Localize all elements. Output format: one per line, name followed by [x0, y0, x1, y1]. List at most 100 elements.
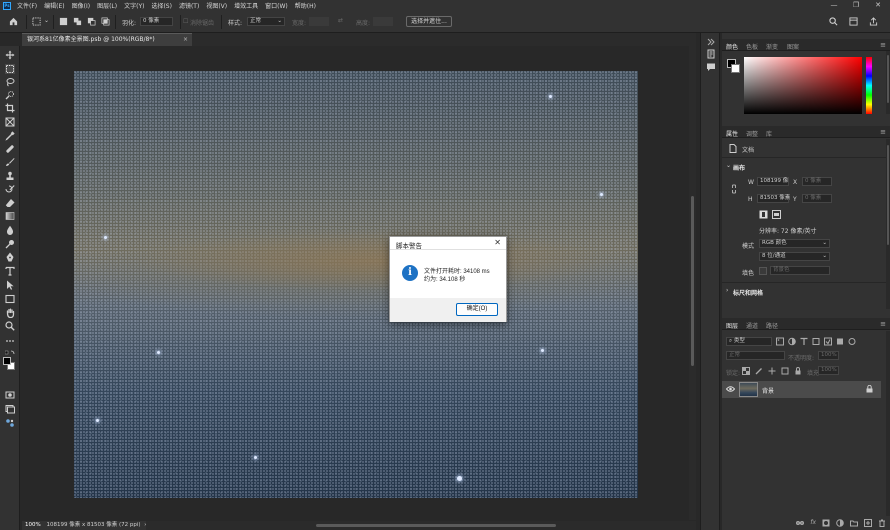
rect-marquee-icon[interactable] — [32, 17, 41, 26]
intersect-selection-icon[interactable] — [101, 17, 110, 26]
close-icon[interactable]: ✕ — [494, 238, 501, 247]
blend-mode-select[interactable]: 正常 — [726, 351, 785, 360]
panel-menu-icon[interactable]: ≡ — [880, 41, 886, 49]
crop-tool-icon[interactable] — [5, 103, 15, 113]
fill-color-swatch[interactable] — [759, 267, 767, 275]
properties-scrollbar[interactable] — [886, 139, 890, 309]
search-icon[interactable] — [829, 17, 838, 26]
panel-menu-icon[interactable]: ≡ — [880, 128, 886, 136]
pen-tool-icon[interactable] — [5, 252, 15, 262]
more-tools-icon[interactable] — [5, 336, 15, 346]
screen-mode-icon[interactable] — [5, 404, 15, 414]
eyedropper-tool-icon[interactable] — [5, 131, 15, 141]
tab-gradients[interactable]: 渐变 — [766, 42, 778, 51]
workspace-icon[interactable] — [849, 17, 858, 26]
maximize-icon[interactable]: ❐ — [845, 0, 867, 11]
layer-name[interactable]: 背景 — [762, 386, 774, 395]
tab-properties[interactable]: 属性 — [726, 129, 738, 138]
menu-plugins[interactable]: 增效工具 — [234, 1, 258, 10]
landscape-orientation-icon[interactable] — [772, 210, 781, 219]
foreground-color-swatch[interactable] — [3, 357, 11, 365]
menu-view[interactable]: 视图(V) — [206, 1, 227, 10]
tab-color[interactable]: 颜色 — [726, 42, 738, 51]
menu-file[interactable]: 文件(F) — [17, 1, 37, 10]
lock-all-icon[interactable] — [794, 367, 802, 375]
chevron-right-icon[interactable]: › — [726, 287, 728, 294]
new-group-icon[interactable] — [850, 519, 858, 527]
vertical-scrollbar[interactable] — [689, 46, 696, 520]
path-select-tool-icon[interactable] — [5, 280, 15, 290]
home-icon[interactable] — [9, 17, 18, 26]
delete-layer-icon[interactable] — [878, 519, 886, 527]
tab-layers[interactable]: 图层 — [726, 321, 738, 330]
canvas-y-input[interactable]: 0 像素 — [802, 194, 832, 203]
horizontal-scroll-thumb[interactable] — [316, 524, 556, 527]
canvas-width-input[interactable]: 108199 像 — [757, 177, 789, 186]
layers-scrollbar[interactable] — [886, 331, 890, 516]
share-icon[interactable] — [869, 17, 878, 26]
edit-toolbar-icon[interactable] — [5, 418, 15, 428]
tab-patterns[interactable]: 图案 — [787, 42, 799, 51]
layer-row-background[interactable]: 背景 — [722, 381, 881, 398]
type-filter-icon[interactable] — [800, 337, 808, 346]
link-icon[interactable] — [731, 184, 737, 194]
artboard-filter-icon[interactable] — [836, 337, 844, 346]
hue-slider[interactable] — [866, 57, 872, 114]
menu-image[interactable]: 图像(I) — [72, 1, 90, 10]
close-tab-icon[interactable]: × — [183, 34, 188, 46]
menu-window[interactable]: 窗口(W) — [265, 1, 288, 10]
color-swatches[interactable] — [3, 357, 17, 371]
move-tool-icon[interactable] — [5, 50, 15, 60]
healing-brush-tool-icon[interactable] — [5, 144, 15, 154]
menu-help[interactable]: 帮助(H) — [295, 1, 316, 10]
frame-tool-icon[interactable] — [5, 117, 15, 127]
lasso-tool-icon[interactable] — [5, 77, 15, 87]
dodge-tool-icon[interactable] — [5, 239, 15, 249]
antialias-checkbox[interactable]: ☐ — [183, 18, 188, 25]
hand-tool-icon[interactable] — [5, 308, 15, 318]
adjustment-filter-icon[interactable] — [788, 337, 796, 346]
quick-mask-icon[interactable] — [5, 390, 15, 400]
brush-tool-icon[interactable] — [5, 157, 15, 167]
tab-libraries[interactable]: 库 — [766, 129, 772, 138]
height-input[interactable] — [373, 17, 393, 26]
collapse-icon[interactable] — [706, 37, 716, 47]
canvas-x-input[interactable]: 0 像素 — [802, 177, 832, 186]
eye-visibility-icon[interactable] — [726, 385, 735, 393]
background-color-swatch[interactable] — [731, 64, 740, 73]
smart-object-filter-icon[interactable] — [824, 337, 832, 346]
adjustment-layer-icon[interactable] — [836, 519, 844, 527]
width-input[interactable] — [309, 17, 329, 26]
panel-menu-icon[interactable]: ≡ — [880, 320, 886, 328]
subtract-selection-icon[interactable] — [87, 17, 96, 26]
new-layer-icon[interactable] — [864, 519, 872, 527]
chevron-down-icon[interactable]: ⌄ — [44, 17, 49, 24]
history-brush-tool-icon[interactable] — [5, 184, 15, 194]
minimize-icon[interactable]: — — [823, 0, 845, 11]
vertical-scroll-thumb[interactable] — [691, 196, 694, 366]
color-mode-select[interactable]: RGB 颜色 ⌄ — [759, 239, 830, 248]
pixel-filter-icon[interactable] — [776, 337, 784, 346]
rectangle-tool-icon[interactable] — [5, 294, 15, 304]
lock-position-icon[interactable] — [768, 367, 776, 375]
fill-opacity-input[interactable]: 100% — [818, 366, 839, 375]
add-selection-icon[interactable] — [73, 17, 82, 26]
close-window-icon[interactable]: ✕ — [867, 0, 889, 11]
tab-adjustments[interactable]: 调整 — [746, 129, 758, 138]
opacity-input[interactable]: 100% — [818, 351, 839, 360]
eraser-tool-icon[interactable] — [5, 198, 15, 208]
swap-icon[interactable]: ⇄ — [338, 17, 343, 24]
menu-edit[interactable]: 编辑(E) — [44, 1, 64, 10]
menu-select[interactable]: 选择(S) — [151, 1, 172, 10]
tab-swatches[interactable]: 色板 — [746, 42, 758, 51]
tab-channels[interactable]: 通道 — [746, 321, 758, 330]
blur-tool-icon[interactable] — [5, 225, 15, 235]
layer-kind-filter[interactable]: ⌕ 类型 — [726, 337, 772, 346]
lock-transparent-icon[interactable] — [742, 367, 750, 375]
shape-filter-icon[interactable] — [812, 337, 820, 346]
rect-marquee-tool-icon[interactable] — [5, 64, 15, 74]
comments-icon[interactable] — [706, 62, 716, 72]
tab-paths[interactable]: 路径 — [766, 321, 778, 330]
quick-select-tool-icon[interactable] — [5, 90, 15, 100]
history-icon[interactable] — [706, 49, 716, 59]
